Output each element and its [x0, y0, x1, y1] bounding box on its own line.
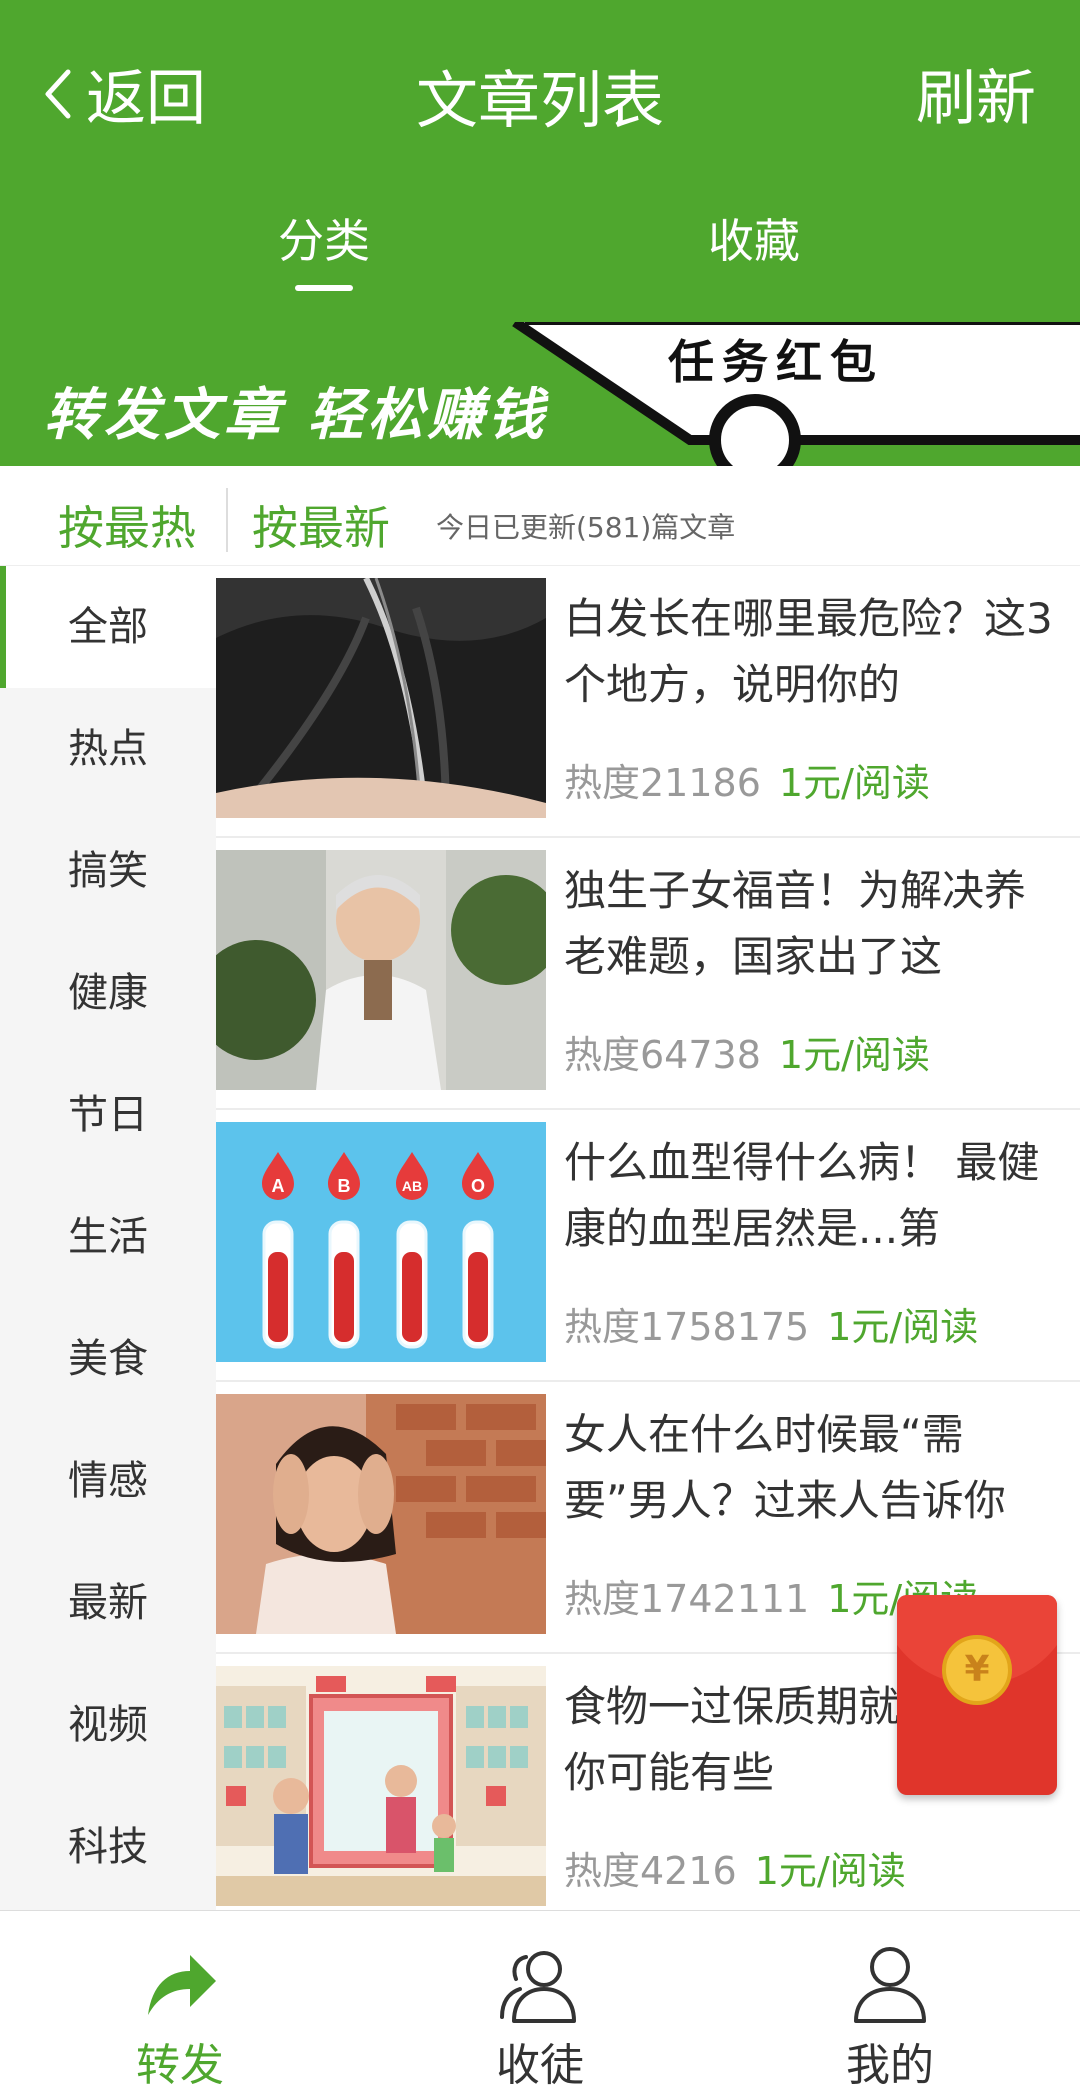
tab-favorites[interactable]: 收藏	[708, 205, 800, 271]
nav-apprentice[interactable]: 收徒	[360, 1911, 720, 2091]
article-price: 1元/阅读	[754, 1849, 906, 1893]
refresh-button[interactable]: 刷新	[916, 50, 1036, 137]
article-heat: 热度1758175	[564, 1305, 810, 1349]
category-funny[interactable]: 搞笑	[0, 810, 216, 932]
article-heat: 热度64738	[564, 1033, 761, 1077]
app-header: 返回 文章列表 刷新 分类 收藏	[0, 0, 1080, 322]
coin-icon: ¥	[942, 1635, 1012, 1705]
article-thumbnail	[216, 1394, 546, 1634]
sort-hot-button[interactable]: 按最热	[58, 492, 196, 558]
category-video[interactable]: 视频	[0, 1664, 216, 1786]
blood-type-a: A	[272, 1176, 285, 1196]
article-meta: 热度4216 1元/阅读	[564, 1840, 906, 1895]
tab-category[interactable]: 分类	[278, 205, 370, 271]
nav-mine-label: 我的	[846, 2040, 934, 2091]
blood-type-b: B	[338, 1176, 351, 1196]
active-tab-indicator	[295, 285, 353, 291]
nav-apprentice-label: 收徒	[496, 2040, 584, 2091]
article-thumbnail: A B AB O	[216, 1122, 546, 1362]
blood-type-ab: AB	[402, 1178, 422, 1194]
article-heat: 热度1742111	[564, 1577, 810, 1621]
update-count-text: 今日已更新(581)篇文章	[436, 511, 736, 544]
category-emotion[interactable]: 情感	[0, 1420, 216, 1542]
nav-share-label: 转发	[136, 2040, 224, 2091]
nav-share[interactable]: 转发	[0, 1911, 360, 2091]
article-price: 1元/阅读	[778, 761, 930, 805]
article-heat: 热度21186	[564, 761, 761, 805]
article-price: 1元/阅读	[778, 1033, 930, 1077]
users-icon	[500, 1951, 576, 2023]
article-price: 1元/阅读	[827, 1305, 979, 1349]
article-thumbnail	[216, 578, 546, 818]
nav-mine[interactable]: 我的	[710, 1911, 1070, 2091]
category-hot[interactable]: 热点	[0, 688, 216, 810]
category-latest[interactable]: 最新	[0, 1542, 216, 1664]
promo-banner[interactable]: 转发文章 轻松赚钱 任务红包	[0, 322, 1080, 466]
banner-badge: 任务红包	[668, 335, 884, 389]
article-thumbnail	[216, 1666, 546, 1906]
category-life[interactable]: 生活	[0, 1176, 216, 1298]
article-meta: 热度1758175 1元/阅读	[564, 1296, 978, 1351]
category-sidebar: 全部 热点 搞笑 健康 节日 生活 美食 情感 最新 视频 科技	[0, 566, 216, 1910]
category-tech[interactable]: 科技	[0, 1786, 216, 1908]
category-all[interactable]: 全部	[0, 566, 216, 688]
article-title: 白发长在哪里最危险？这3个地方，说明你的	[564, 594, 1053, 709]
red-packet-button[interactable]: ¥	[897, 1595, 1057, 1795]
article-thumbnail	[216, 850, 546, 1090]
article-heat: 热度4216	[564, 1849, 737, 1893]
article-title: 什么血型得什么病！ 最健康的血型居然是...第	[564, 1138, 1040, 1253]
tab-bar: 分类 收藏	[0, 205, 1080, 305]
banner-slogan: 转发文章 轻松赚钱	[44, 383, 548, 448]
category-food[interactable]: 美食	[0, 1298, 216, 1420]
category-festival[interactable]: 节日	[0, 1054, 216, 1176]
sort-bar: 按最热 按最新 今日已更新(581)篇文章	[0, 466, 1080, 566]
blood-type-o: O	[471, 1176, 485, 1196]
article-item[interactable]: 独生子女福音！为解决养老难题，国家出了这 热度64738 1元/阅读	[216, 838, 1080, 1110]
bottom-navigation: 转发 收徒 我的	[0, 1910, 1080, 2091]
article-meta: 热度64738 1元/阅读	[564, 1024, 930, 1079]
article-meta: 热度21186 1元/阅读	[564, 752, 930, 807]
sort-new-button[interactable]: 按最新	[252, 492, 390, 558]
user-icon	[854, 1947, 926, 2023]
article-item[interactable]: 白发长在哪里最危险？这3个地方，说明你的 热度21186 1元/阅读	[216, 566, 1080, 838]
article-item[interactable]: A B AB O 什么血型得什么病！ 最健康的血型居然是...第 热度17581…	[216, 1110, 1080, 1382]
article-title: 女人在什么时候最“需要”男人？过来人告诉你	[564, 1410, 1006, 1525]
share-arrow-icon	[148, 1955, 216, 2015]
category-health[interactable]: 健康	[0, 932, 216, 1054]
sort-divider	[226, 488, 228, 552]
top-bar: 返回 文章列表 刷新	[0, 40, 1080, 140]
article-title: 独生子女福音！为解决养老难题，国家出了这	[564, 866, 1027, 981]
